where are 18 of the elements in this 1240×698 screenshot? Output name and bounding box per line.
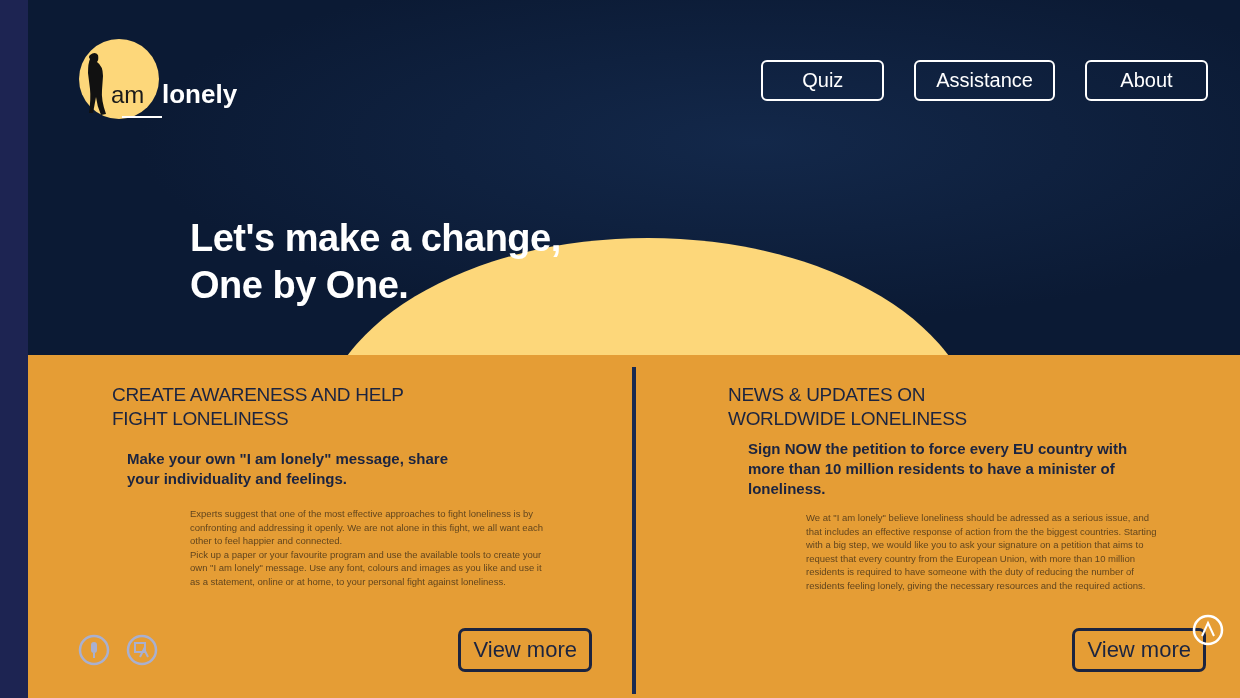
image-edit-icon[interactable] bbox=[126, 634, 158, 666]
lead-text: Sign NOW the petition to force every EU country with more than 10 million residents to have a minister of loneliness. bbox=[748, 439, 1129, 499]
section-heading: CREATE AWARENESS AND HELP FIGHT LONELINESS bbox=[112, 383, 405, 431]
nav-button[interactable]: Quiz bbox=[761, 60, 885, 101]
nav-button[interactable]: Assistance bbox=[914, 60, 1055, 101]
logo-text: am bbox=[111, 81, 145, 109]
logo-text: lonely bbox=[162, 79, 238, 110]
hero-heading: Let's make a change, One by One. bbox=[190, 216, 561, 308]
body-paragraph: Experts suggest that one of the most effective approaches to fight loneliness is by confronting and addressing it openly. We are not alone in this fight, we all want each other to feel happier and connected. bbox=[190, 507, 544, 548]
scroll-top-icon[interactable] bbox=[1192, 614, 1224, 646]
body-paragraph: We at "I am lonely" believe loneliness should be adressed as a serious issue, and that includes an effective response of action from the the biggest countries. Starting with a big step, we would like you to ask your signature on a petition that aims to request that every country from the European Union, with more than 10 million residents is required to have someone with the duty of reducing the number of residents feeling lonely, giving the necessary resources and the required actions. bbox=[806, 511, 1158, 593]
body-paragraph: Pick up a paper or your favourite program and use the available tools to create your own "I am lonely" message. Use any font, colours and images as you like and use it as a statement, online or at home, to your personal fight against loneliness. bbox=[190, 547, 543, 589]
lead-text: Make your own "I am lonely" message, share your individuality and feelings. bbox=[127, 449, 449, 489]
microphone-icon[interactable] bbox=[78, 634, 110, 666]
nav-button[interactable]: About bbox=[1085, 60, 1208, 101]
view-more-button[interactable]: View more bbox=[458, 628, 592, 672]
section-heading: NEWS & UPDATES ON WORLDWIDE LONELINESS bbox=[728, 383, 968, 431]
view-more-button[interactable]: View more bbox=[1072, 628, 1206, 672]
